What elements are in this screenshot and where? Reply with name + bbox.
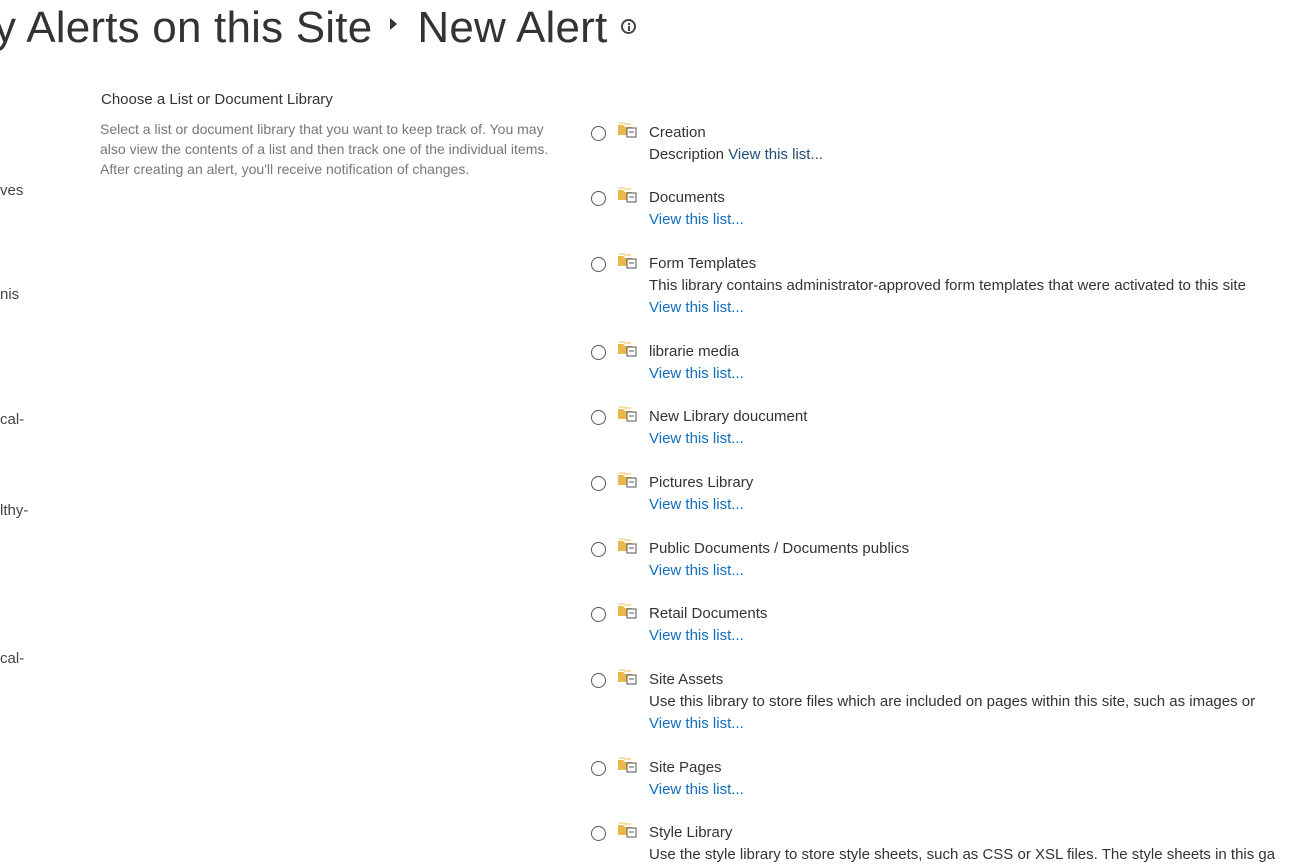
view-list-link[interactable]: View this list... bbox=[728, 146, 823, 163]
document-library-icon bbox=[618, 187, 637, 203]
library-name: Form Templates bbox=[649, 255, 757, 272]
document-library-icon bbox=[618, 253, 637, 269]
view-list-link[interactable]: View this list... bbox=[649, 562, 744, 579]
list-item: Retail Documents View this list... bbox=[590, 603, 1298, 663]
list-item: Site Pages View this list... bbox=[590, 757, 1298, 817]
list-item: Site Assets Use this library to store fi… bbox=[590, 669, 1298, 732]
quick-launch-item[interactable]: ves bbox=[0, 182, 23, 199]
breadcrumb-current: New Alert bbox=[417, 3, 608, 52]
library-radio[interactable] bbox=[591, 826, 606, 841]
library-name: librarie media bbox=[649, 343, 740, 360]
list-item: New Library doucument View this list... bbox=[590, 406, 1298, 466]
view-list-link[interactable]: View this list... bbox=[649, 496, 744, 513]
library-radio[interactable] bbox=[591, 607, 606, 622]
library-name: Public Documents / Documents publics bbox=[649, 540, 910, 557]
view-list-link[interactable]: View this list... bbox=[649, 299, 744, 316]
list-item: librarie media View this list... bbox=[590, 341, 1298, 401]
view-list-link[interactable]: View this list... bbox=[649, 781, 744, 798]
list-item: Public Documents / Documents publics Vie… bbox=[590, 538, 1298, 598]
quick-launch-item[interactable]: cal- bbox=[0, 411, 24, 428]
library-radio[interactable] bbox=[591, 761, 606, 776]
view-list-link[interactable]: View this list... bbox=[649, 211, 744, 228]
library-radio[interactable] bbox=[591, 542, 606, 557]
library-name: Site Assets bbox=[649, 671, 724, 688]
section-title: Choose a List or Document Library bbox=[101, 91, 333, 108]
view-list-link[interactable]: View this list... bbox=[649, 627, 744, 644]
breadcrumb-arrow-icon bbox=[390, 18, 398, 30]
document-library-icon bbox=[618, 603, 637, 619]
library-radio[interactable] bbox=[591, 345, 606, 360]
library-name: Style Library bbox=[649, 824, 733, 841]
quick-launch-item[interactable]: nis bbox=[0, 286, 19, 303]
library-name: Documents bbox=[649, 189, 725, 206]
list-item: Style Library Use the style library to s… bbox=[590, 822, 1298, 866]
section-description: Select a list or document library that y… bbox=[100, 121, 549, 177]
library-radio[interactable] bbox=[591, 673, 606, 688]
page-title: y Alerts on this Site New Alert bbox=[0, 2, 637, 54]
library-radio[interactable] bbox=[591, 191, 606, 206]
document-library-icon bbox=[618, 122, 637, 138]
breadcrumb-parent-link[interactable]: y Alerts on this Site bbox=[0, 3, 372, 52]
document-library-icon bbox=[618, 538, 637, 554]
library-radio[interactable] bbox=[591, 410, 606, 425]
library-name: New Library doucument bbox=[649, 408, 808, 425]
library-radio[interactable] bbox=[591, 476, 606, 491]
library-description: Description bbox=[649, 146, 725, 163]
library-name: Creation bbox=[649, 124, 706, 141]
document-library-icon bbox=[618, 472, 637, 488]
new-alert-page: y Alerts on this Site New Alert ves nis c… bbox=[0, 0, 1298, 866]
library-description: Use the style library to store style she… bbox=[649, 846, 1276, 863]
list-item: Form Templates This library contains adm… bbox=[590, 253, 1298, 316]
library-name: Pictures Library bbox=[649, 474, 754, 491]
view-list-link[interactable]: View this list... bbox=[649, 430, 744, 447]
list-item: Pictures Library View this list... bbox=[590, 472, 1298, 532]
library-description: This library contains administrator-appr… bbox=[649, 277, 1246, 294]
library-radio[interactable] bbox=[591, 257, 606, 272]
list-item: Creation Description View this list... bbox=[590, 122, 1298, 182]
library-name: Retail Documents bbox=[649, 605, 768, 622]
document-library-icon bbox=[618, 669, 637, 685]
list-item: Documents View this list... bbox=[590, 187, 1298, 247]
library-radio[interactable] bbox=[591, 126, 606, 141]
view-list-link[interactable]: View this list... bbox=[649, 365, 744, 382]
document-library-icon bbox=[618, 822, 637, 838]
document-library-icon bbox=[618, 757, 637, 773]
document-library-icon bbox=[618, 341, 637, 357]
document-library-icon bbox=[618, 406, 637, 422]
view-list-link[interactable]: View this list... bbox=[649, 715, 744, 732]
library-name: Site Pages bbox=[649, 759, 722, 776]
info-icon[interactable] bbox=[621, 19, 637, 34]
quick-launch-item[interactable]: cal- bbox=[0, 650, 24, 667]
quick-launch-item[interactable]: lthy- bbox=[0, 502, 28, 519]
library-description: Use this library to store files which ar… bbox=[649, 693, 1256, 710]
